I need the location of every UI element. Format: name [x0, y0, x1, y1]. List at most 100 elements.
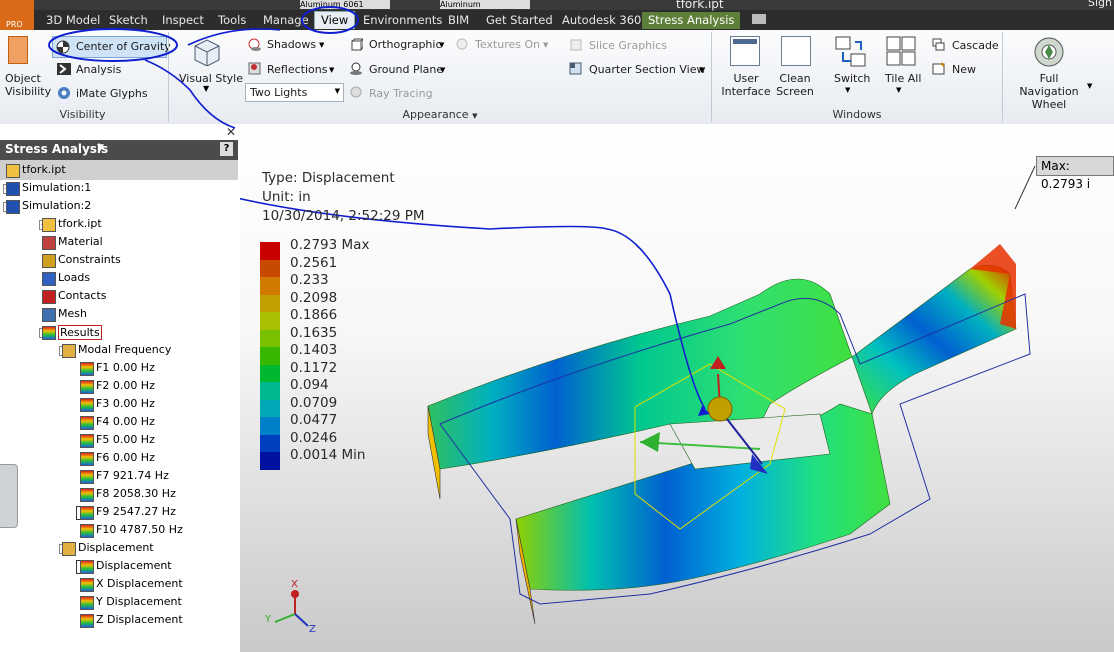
lighting-value: Two Lights: [250, 86, 308, 99]
tab-autodesk-360[interactable]: Autodesk 360: [556, 12, 647, 29]
legend-value: 0.0477: [290, 412, 338, 428]
analysis-button[interactable]: Analysis: [76, 63, 121, 76]
tree-item-material[interactable]: Material: [58, 235, 103, 248]
tree-item-displacement[interactable]: Displacement: [96, 559, 172, 572]
triad-y-label: Y: [265, 614, 272, 625]
result-icon: [80, 416, 94, 430]
tree-item-tfork[interactable]: tfork.ipt: [22, 163, 66, 176]
tree-item-displacement-folder[interactable]: Displacement: [78, 541, 154, 554]
tree-item-y-displacement[interactable]: Y Displacement: [96, 595, 182, 608]
chevron-down-icon[interactable]: ▼: [440, 66, 445, 74]
tree-item-simulation-2[interactable]: Simulation:2: [22, 199, 91, 212]
textures-on-button[interactable]: Textures On: [475, 38, 540, 51]
fork-handle: [851, 264, 1017, 415]
quarter-section-view-button[interactable]: Quarter Section View: [589, 63, 705, 76]
tree-item-constraints[interactable]: Constraints: [58, 253, 121, 266]
full-navigation-wheel-button[interactable]: Full Navigation Wheel: [1014, 72, 1084, 111]
imate-glyphs-button[interactable]: iMate Glyphs: [76, 87, 148, 100]
legend-swatch: [260, 434, 280, 452]
shadows-button[interactable]: Shadows: [267, 38, 316, 51]
tree-item-f1[interactable]: F1 0.00 Hz: [96, 361, 155, 374]
result-icon: [80, 362, 94, 376]
triad-x-tip: [291, 590, 299, 598]
navigation-wheel-icon: [1034, 37, 1064, 67]
chevron-down-icon[interactable]: ▼: [845, 86, 850, 94]
tree-item-f9[interactable]: F9 2547.27 Hz: [96, 505, 176, 518]
tree-item-x-displacement[interactable]: X Displacement: [96, 577, 183, 590]
chevron-down-icon[interactable]: ▼: [472, 112, 477, 120]
tree-item-f6[interactable]: F6 0.00 Hz: [96, 451, 155, 464]
chevron-down-icon[interactable]: ▼: [699, 66, 704, 74]
panel-divider: [1002, 32, 1003, 122]
user-interface-icon: [730, 36, 760, 66]
result-icon: [80, 470, 94, 484]
chevron-down-icon[interactable]: ▼: [329, 66, 334, 74]
tree-item-f10[interactable]: F10 4787.50 Hz: [96, 523, 183, 536]
browser-tree: tfork.ipt+Simulation:1-Simulation:2+tfor…: [0, 160, 238, 652]
tree-item-f2[interactable]: F2 0.00 Hz: [96, 379, 155, 392]
result-icon: [80, 524, 94, 538]
tab-view[interactable]: View: [314, 11, 356, 29]
tab-manage[interactable]: Manage: [257, 12, 315, 29]
appearance-dropdown[interactable]: Aluminum: [440, 0, 530, 9]
tab-sketch[interactable]: Sketch: [103, 12, 154, 29]
chevron-down-icon[interactable]: ▼: [439, 41, 444, 49]
ray-tracing-button[interactable]: Ray Tracing: [369, 87, 433, 100]
graphics-viewport[interactable]: Type: Displacement Unit: in 10/30/2014, …: [240, 124, 1114, 652]
max-probe-label[interactable]: Max: 0.2793 i: [1036, 156, 1114, 191]
object-visibility-button[interactable]: Object Visibility: [5, 72, 51, 98]
browser-title[interactable]: Stress Analysis: [5, 142, 108, 156]
tab-3d-model[interactable]: 3D Model: [40, 12, 106, 29]
tab-bim[interactable]: BIM: [442, 12, 475, 29]
tree-item-mesh[interactable]: Mesh: [58, 307, 87, 320]
cascade-button[interactable]: Cascade: [952, 39, 999, 52]
tree-item-loads[interactable]: Loads: [58, 271, 90, 284]
panel-collapse-handle[interactable]: [0, 464, 18, 528]
slice-graphics-button[interactable]: Slice Graphics: [589, 39, 667, 52]
tree-item-modal-frequency[interactable]: Modal Frequency: [78, 343, 171, 356]
tab-get-started[interactable]: Get Started: [480, 12, 559, 29]
tree-item-f7[interactable]: F7 921.74 Hz: [96, 469, 169, 482]
tab-inspect[interactable]: Inspect: [156, 12, 210, 29]
chevron-down-icon[interactable]: ▼: [203, 84, 209, 93]
stress-result-model[interactable]: [240, 124, 1114, 652]
tile-all-button[interactable]: Tile All: [885, 72, 921, 85]
tree-item-tfork-part[interactable]: tfork.ipt: [58, 217, 102, 230]
tree-item-contacts[interactable]: Contacts: [58, 289, 107, 302]
minimize-ribbon-icon[interactable]: [752, 14, 766, 24]
tree-item-results[interactable]: Results: [58, 325, 102, 340]
close-icon[interactable]: ✕: [226, 125, 236, 139]
ground-plane-button[interactable]: Ground Plane: [369, 63, 443, 76]
orthographic-button[interactable]: Orthographic: [369, 38, 442, 51]
tree-item-f8[interactable]: F8 2058.30 Hz: [96, 487, 176, 500]
chevron-down-icon[interactable]: ▼: [319, 41, 324, 49]
center-of-gravity-marker[interactable]: [707, 396, 733, 422]
material-dropdown[interactable]: Aluminum 6061: [300, 0, 390, 9]
legend-swatch: [260, 452, 280, 470]
tab-tools[interactable]: Tools: [212, 12, 252, 29]
help-icon[interactable]: ?: [220, 142, 233, 156]
tab-environments[interactable]: Environments: [357, 12, 448, 29]
switch-button[interactable]: Switch: [834, 72, 870, 85]
chevron-down-icon[interactable]: ▼: [1087, 82, 1092, 90]
center-of-gravity-button[interactable]: Center of Gravity: [52, 36, 171, 58]
lighting-dropdown[interactable]: Two Lights ▼: [245, 83, 344, 102]
chevron-down-icon[interactable]: ▼: [543, 41, 548, 49]
legend-swatch: [260, 329, 280, 347]
inventor-logo[interactable]: PRO: [0, 0, 34, 30]
user-interface-button[interactable]: User Interface: [721, 72, 771, 98]
legend-value: 0.1635: [290, 324, 338, 341]
new-window-button[interactable]: New: [952, 63, 976, 76]
tree-item-simulation-1[interactable]: Simulation:1: [22, 181, 91, 194]
tab-stress-analysis[interactable]: Stress Analysis: [642, 12, 741, 29]
tree-item-f5[interactable]: F5 0.00 Hz: [96, 433, 155, 446]
reflections-button[interactable]: Reflections: [267, 63, 327, 76]
sign-in-label[interactable]: Sign: [1088, 0, 1112, 9]
tree-item-f3[interactable]: F3 0.00 Hz: [96, 397, 155, 410]
tree-item-z-displacement[interactable]: Z Displacement: [96, 613, 183, 626]
tree-item-f4[interactable]: F4 0.00 Hz: [96, 415, 155, 428]
clean-screen-button[interactable]: Clean Screen: [774, 72, 816, 98]
chevron-down-icon[interactable]: ▼: [97, 143, 104, 153]
chevron-down-icon[interactable]: ▼: [896, 86, 901, 94]
visual-style-button[interactable]: Visual Style: [179, 72, 243, 85]
